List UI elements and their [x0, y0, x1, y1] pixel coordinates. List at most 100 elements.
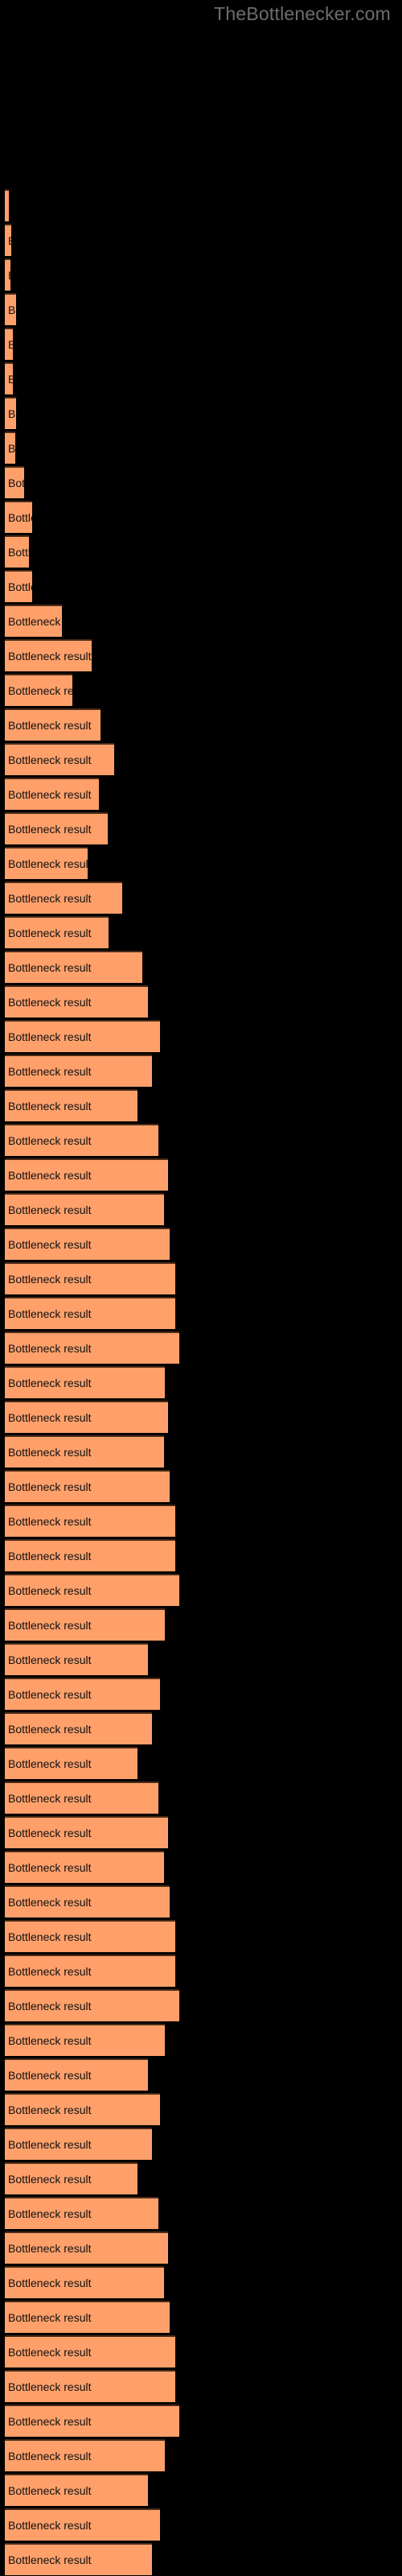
bar[interactable]: Bottleneck result — [5, 1920, 175, 1952]
bar[interactable]: Bottleneck result — [5, 2058, 148, 2091]
bar[interactable]: Bottleneck result — [5, 985, 148, 1018]
bar-label: Bottleneck result — [8, 200, 9, 213]
bar[interactable]: Bottleneck result — [5, 1366, 165, 1398]
bar[interactable]: Bottleneck result — [5, 362, 13, 394]
bar[interactable]: Bottleneck result — [5, 951, 142, 983]
bar[interactable]: Bottleneck result — [5, 708, 100, 741]
bar[interactable]: Bottleneck result — [5, 2543, 152, 2575]
bar-label: Bottleneck result — [8, 2519, 92, 2532]
bar[interactable]: Bottleneck result — [5, 674, 72, 706]
bar-label: Bottleneck result — [8, 2311, 92, 2324]
bar[interactable]: Bottleneck result — [5, 1955, 175, 1987]
bar[interactable]: Bottleneck result — [5, 1158, 168, 1191]
bar[interactable]: Bottleneck result — [5, 2128, 152, 2160]
bar-label: Bottleneck result — [8, 1238, 92, 1251]
bar[interactable]: Bottleneck result — [5, 881, 122, 914]
bar[interactable]: Bottleneck result — [5, 397, 16, 429]
bar[interactable]: Bottleneck result — [5, 258, 10, 291]
bar[interactable]: Bottleneck result — [5, 2093, 160, 2125]
bar[interactable]: Bottleneck result — [5, 1470, 170, 1502]
bar[interactable]: Bottleneck result — [5, 1781, 158, 1814]
bar[interactable]: Bottleneck result — [5, 1712, 152, 1744]
bar-label: Bottleneck result — [8, 1792, 92, 1805]
bar-label: Bottleneck result — [8, 477, 24, 489]
bar[interactable]: Bottleneck result — [5, 1816, 168, 1848]
bar[interactable]: Bottleneck result — [5, 1678, 160, 1710]
bar-label: Bottleneck result — [8, 338, 13, 351]
bar-label: Bottleneck result — [8, 1100, 92, 1113]
bar[interactable]: Bottleneck result — [5, 1989, 179, 2021]
bar-label: Bottleneck result — [8, 2242, 92, 2255]
bar[interactable]: Bottleneck result — [5, 2162, 137, 2194]
bar[interactable]: Bottleneck result — [5, 328, 13, 360]
bar-label: Bottleneck result — [8, 1377, 92, 1389]
bar[interactable]: Bottleneck result — [5, 2197, 158, 2229]
bar[interactable]: Bottleneck result — [5, 431, 15, 464]
bar[interactable]: Bottleneck result — [5, 1747, 137, 1779]
bar[interactable]: Bottleneck result — [5, 1608, 165, 1641]
bar[interactable]: Bottleneck result — [5, 605, 62, 637]
bar[interactable]: Bottleneck result — [5, 1505, 175, 1537]
bar[interactable]: Bottleneck result — [5, 812, 108, 844]
bar-label: Bottleneck result — [8, 1550, 92, 1563]
bar[interactable]: Bottleneck result — [5, 778, 99, 810]
bar[interactable]: Bottleneck result — [5, 1020, 160, 1052]
bar-label: Bottleneck result — [8, 303, 16, 316]
bar[interactable]: Bottleneck result — [5, 189, 9, 221]
bar[interactable]: Bottleneck result — [5, 743, 114, 775]
bar[interactable]: Bottleneck result — [5, 2231, 168, 2264]
bar[interactable]: Bottleneck result — [5, 2266, 164, 2298]
bar-label: Bottleneck result — [8, 2069, 92, 2082]
bar[interactable]: Bottleneck result — [5, 2024, 165, 2056]
bar[interactable]: Bottleneck result — [5, 1124, 158, 1156]
bar[interactable]: Bottleneck result — [5, 2370, 175, 2402]
bar[interactable]: Bottleneck result — [5, 1574, 179, 1606]
bottleneck-chart-page: TheBottlenecker.com Bottleneck resultBot… — [0, 0, 402, 2576]
bar[interactable]: Bottleneck result — [5, 466, 24, 498]
bar-label: Bottleneck result — [8, 1723, 92, 1736]
bar[interactable]: Bottleneck result — [5, 916, 109, 948]
bar[interactable]: Bottleneck result — [5, 1331, 179, 1364]
bar[interactable]: Bottleneck result — [5, 535, 29, 568]
bar[interactable]: Bottleneck result — [5, 570, 32, 602]
bar-label: Bottleneck result — [8, 2173, 92, 2186]
bar[interactable]: Bottleneck result — [5, 1262, 175, 1294]
bar[interactable]: Bottleneck result — [5, 1055, 152, 1087]
bar-label: Bottleneck result — [8, 1688, 92, 1701]
bar[interactable]: Bottleneck result — [5, 639, 92, 671]
bar-label: Bottleneck result — [8, 546, 29, 559]
bar-label: Bottleneck result — [8, 1584, 92, 1597]
bar-label: Bottleneck result — [8, 823, 92, 836]
bar-label: Bottleneck result — [8, 927, 92, 939]
bar-label: Bottleneck result — [8, 1030, 92, 1043]
bar[interactable]: Bottleneck result — [5, 1228, 170, 1260]
bar[interactable]: Bottleneck result — [5, 2439, 165, 2471]
bar[interactable]: Bottleneck result — [5, 1643, 148, 1675]
bar-label: Bottleneck result — [8, 234, 11, 247]
bar-label: Bottleneck result — [8, 753, 92, 766]
bar[interactable]: Bottleneck result — [5, 1089, 137, 1121]
bar[interactable]: Bottleneck result — [5, 224, 11, 256]
bar[interactable]: Bottleneck result — [5, 1851, 164, 1883]
bar-label: Bottleneck result — [8, 684, 72, 697]
bar[interactable]: Bottleneck result — [5, 1193, 164, 1225]
bar-label: Bottleneck result — [8, 2103, 92, 2116]
bar[interactable]: Bottleneck result — [5, 2301, 170, 2333]
bar[interactable]: Bottleneck result — [5, 2474, 148, 2506]
bar[interactable]: Bottleneck result — [5, 847, 88, 879]
bar[interactable]: Bottleneck result — [5, 1297, 175, 1329]
bar-label: Bottleneck result — [8, 1307, 92, 1320]
bar-label: Bottleneck result — [8, 996, 92, 1009]
bar[interactable]: Bottleneck result — [5, 2405, 179, 2437]
bar-label: Bottleneck result — [8, 2034, 92, 2047]
bar[interactable]: Bottleneck result — [5, 293, 16, 325]
bar[interactable]: Bottleneck result — [5, 501, 32, 533]
bar[interactable]: Bottleneck result — [5, 2508, 160, 2541]
bar[interactable]: Bottleneck result — [5, 1435, 164, 1468]
bar-label: Bottleneck result — [8, 1203, 92, 1216]
bar[interactable]: Bottleneck result — [5, 1401, 168, 1433]
bar-label: Bottleneck result — [8, 1827, 92, 1839]
bar[interactable]: Bottleneck result — [5, 2335, 175, 2368]
bar[interactable]: Bottleneck result — [5, 1885, 170, 1918]
bar[interactable]: Bottleneck result — [5, 1539, 175, 1571]
